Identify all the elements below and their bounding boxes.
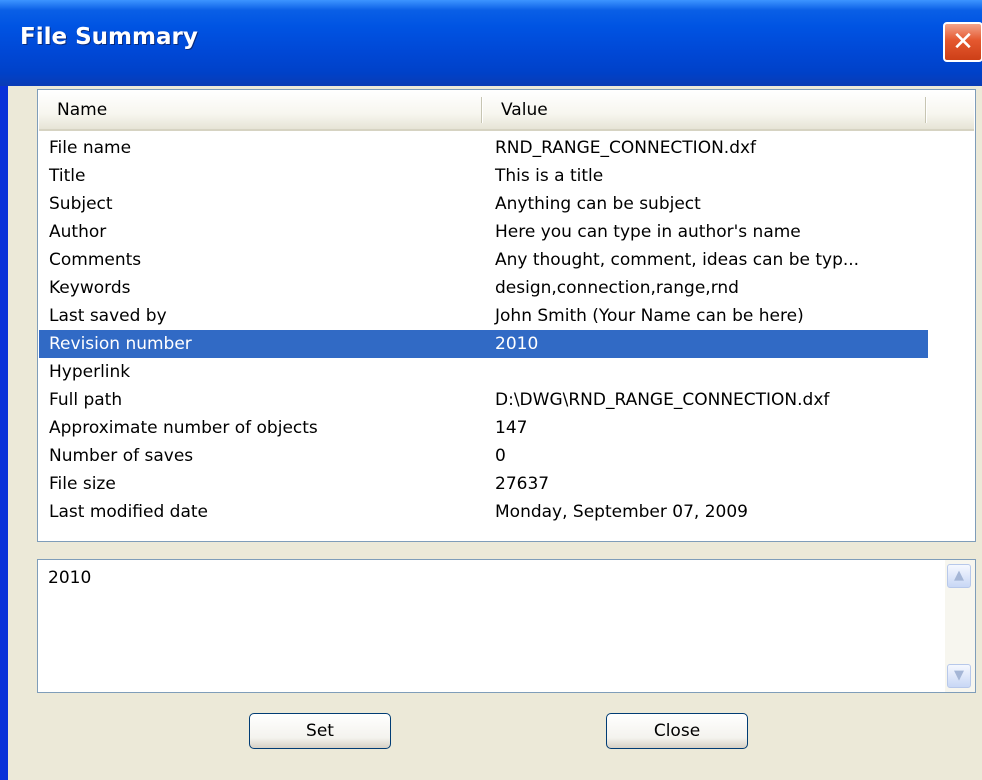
list-row[interactable]: Approximate number of objects 147 [39, 414, 974, 442]
row-value: D:\DWG\RND_RANGE_CONNECTION.dxf [495, 390, 830, 410]
row-value: Anything can be subject [495, 194, 701, 214]
window-close-button[interactable]: ✕ [943, 22, 982, 62]
row-name: File name [49, 138, 132, 158]
dialog-body: Name Value File name RND_RANGE_CONNECTION… [8, 86, 982, 780]
list-row[interactable]: File name RND_RANGE_CONNECTION.dxf [39, 134, 974, 162]
close-button[interactable]: Close [606, 713, 748, 749]
list-row[interactable]: File size 27637 [39, 470, 974, 498]
row-name: Title [49, 166, 86, 186]
editor-scrollbar[interactable]: ▲ ▼ [945, 560, 975, 692]
value-editor-text[interactable]: 2010 [48, 568, 91, 588]
row-name: Revision number [49, 334, 192, 354]
column-header-name[interactable]: Name [39, 91, 481, 129]
row-name: Hyperlink [49, 362, 131, 382]
row-value: Monday, September 07, 2009 [495, 502, 748, 522]
row-name: Comments [49, 250, 142, 270]
scroll-down-icon[interactable]: ▼ [947, 664, 971, 688]
row-name: Number of saves [49, 446, 194, 466]
column-divider[interactable] [481, 97, 482, 123]
row-name: Full path [49, 390, 123, 410]
title-bar[interactable]: File Summary ✕ [0, 0, 982, 86]
row-name: Subject [49, 194, 113, 214]
list-row[interactable]: Number of saves 0 [39, 442, 974, 470]
row-value: This is a title [495, 166, 604, 186]
list-row[interactable]: Last modified date Monday, September 07, … [39, 498, 974, 526]
list-row[interactable]: Subject Anything can be subject [39, 190, 974, 218]
row-name: Last saved by [49, 306, 167, 326]
row-name: Approximate number of objects [49, 418, 318, 438]
row-name: File size [49, 474, 116, 494]
row-name: Author [49, 222, 107, 242]
window-title: File Summary [20, 24, 198, 50]
row-value: 0 [495, 446, 506, 466]
file-summary-window: File Summary ✕ Name Value File name RND_R… [0, 0, 982, 780]
set-button[interactable]: Set [249, 713, 391, 749]
list-row[interactable]: Title This is a title [39, 162, 974, 190]
list-row[interactable]: Last saved by John Smith (Your Name can b… [39, 302, 974, 330]
row-value: RND_RANGE_CONNECTION.dxf [495, 138, 757, 158]
summary-list[interactable]: Name Value File name RND_RANGE_CONNECTION… [37, 89, 976, 542]
list-row[interactable]: Keywords design,connection,range,rnd [39, 274, 974, 302]
list-rows: File name RND_RANGE_CONNECTION.dxf Title Th… [39, 134, 974, 526]
row-value: 27637 [495, 474, 550, 494]
column-header-value[interactable]: Value [483, 91, 923, 129]
list-header: Name Value [39, 91, 974, 131]
list-row[interactable]: Hyperlink [39, 358, 974, 386]
row-value: John Smith (Your Name can be here) [495, 306, 804, 326]
row-name: Keywords [49, 278, 131, 298]
row-value: Here you can type in author's name [495, 222, 801, 242]
row-value: 147 [495, 418, 528, 438]
list-row[interactable]: Author Here you can type in author's name [39, 218, 974, 246]
row-value: design,connection,range,rnd [495, 278, 739, 298]
row-name: Last modified date [49, 502, 208, 522]
value-editor[interactable]: 2010 ▲ ▼ [37, 559, 976, 693]
close-icon: ✕ [952, 27, 974, 57]
list-row[interactable]: Full path D:\DWG\RND_RANGE_CONNECTION.dxf [39, 386, 974, 414]
scroll-up-icon[interactable]: ▲ [947, 564, 971, 588]
row-value: 2010 [495, 334, 539, 354]
column-divider[interactable] [925, 97, 926, 123]
list-row[interactable]: Comments Any thought, comment, ideas can … [39, 246, 974, 274]
row-value: Any thought, comment, ideas can be typ..… [495, 250, 860, 270]
list-row[interactable]: Revision number 2010 [39, 330, 928, 358]
